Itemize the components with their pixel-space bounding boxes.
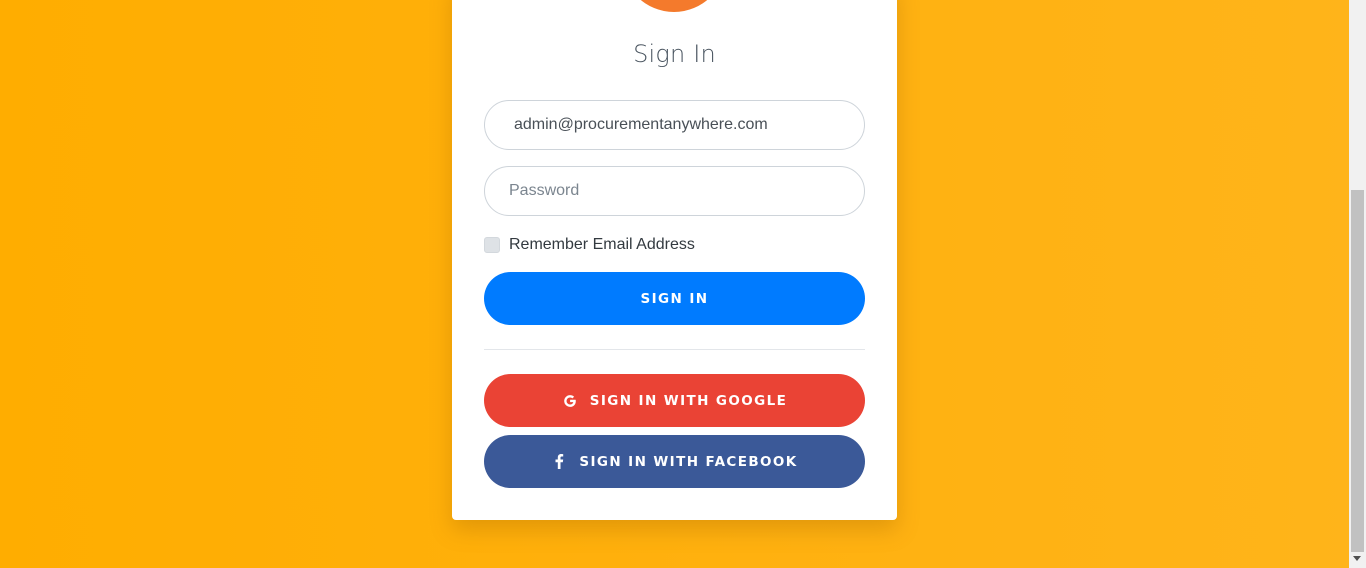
remember-email-checkbox[interactable] (484, 237, 500, 253)
facebook-signin-label: SIGN IN WITH FACEBOOK (579, 453, 798, 470)
google-icon (562, 393, 578, 409)
facebook-signin-button[interactable]: SIGN IN WITH FACEBOOK (484, 435, 865, 488)
vertical-scrollbar[interactable] (1349, 0, 1366, 568)
signin-button[interactable]: SIGN IN (484, 272, 865, 325)
signin-button-label: SIGN IN (640, 290, 709, 307)
divider (484, 349, 865, 350)
remember-email-label: Remember Email Address (509, 236, 695, 253)
facebook-icon (551, 454, 567, 470)
password-field[interactable] (484, 166, 865, 216)
page-title: Sign In (633, 40, 716, 68)
google-signin-label: SIGN IN WITH GOOGLE (589, 392, 788, 409)
remember-email-row[interactable]: Remember Email Address (484, 236, 695, 254)
email-field[interactable] (484, 100, 865, 150)
google-signin-button[interactable]: SIGN IN WITH GOOGLE (484, 374, 865, 427)
scroll-down-arrow-icon[interactable] (1353, 556, 1361, 561)
scrollbar-thumb[interactable] (1351, 190, 1364, 552)
